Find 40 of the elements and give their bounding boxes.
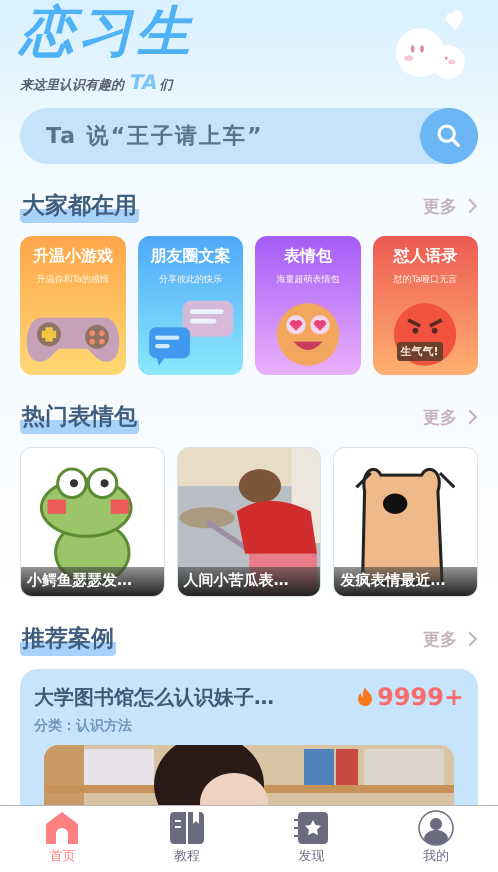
- feature-subtitle: 升温你和Ta的感情: [36, 274, 110, 286]
- chevron-right-icon: [467, 408, 478, 426]
- feature-subtitle: 分享彼此的快乐: [158, 274, 222, 286]
- house-icon: [44, 810, 80, 846]
- heat-count: 9999+: [377, 683, 464, 711]
- app-logo: 恋习生: [20, 0, 194, 64]
- angry-sign: 生气气!: [396, 342, 443, 361]
- user-icon: [418, 810, 454, 846]
- tagline-highlight: TA: [130, 70, 158, 94]
- tab[interactable]: 我的: [374, 806, 498, 872]
- feature-title: 朋友圈文案: [150, 246, 230, 267]
- feature-subtitle: 怼的Ta哑口无言: [393, 274, 458, 286]
- book-icon: [168, 810, 205, 846]
- sticker-caption: 发疯表情最近…: [334, 567, 477, 596]
- case-card[interactable]: 大学图书馆怎么认识妹子… 9999+ 分类：认识方法: [20, 669, 478, 805]
- tab[interactable]: 教程: [124, 806, 249, 872]
- case-title: 大学图书馆怎么认识妹子…: [34, 684, 275, 710]
- chevron-right-icon: [467, 197, 478, 215]
- feature-card[interactable]: 表情包 海量超萌表情包: [255, 236, 360, 375]
- tagline: 来这里认识有趣的: [20, 76, 124, 94]
- feature-title: 表情包: [284, 246, 332, 267]
- tab[interactable]: 发现: [249, 806, 374, 872]
- sticker-caption: 人间小苦瓜表…: [178, 567, 320, 596]
- sticker-card[interactable]: 人间小苦瓜表…: [176, 447, 322, 597]
- sticker-card[interactable]: 小鳄鱼瑟瑟发…: [20, 447, 165, 597]
- section-title: 推荐案例: [20, 622, 116, 656]
- case-category: 分类：认识方法: [34, 717, 133, 735]
- feature-subtitle: 海量超萌表情包: [276, 274, 340, 286]
- feature-title: 升温小游戏: [32, 246, 113, 267]
- search-icon: [435, 122, 463, 150]
- star-notebook-icon: [293, 810, 330, 846]
- flame-icon: [357, 687, 374, 707]
- section-title: 热门表情包: [20, 400, 139, 434]
- sticker-caption: 小鳄鱼瑟瑟发…: [21, 567, 164, 596]
- feature-title: 怼人语录: [393, 246, 458, 267]
- feature-card[interactable]: 怼人语录 怼的Ta哑口无言 生气气!: [372, 236, 478, 375]
- tagline-suffix: 们: [160, 77, 173, 94]
- section-title: 大家都在用: [20, 190, 139, 222]
- sticker-card[interactable]: 发疯表情最近…: [333, 447, 478, 597]
- chevron-right-icon: [467, 630, 478, 648]
